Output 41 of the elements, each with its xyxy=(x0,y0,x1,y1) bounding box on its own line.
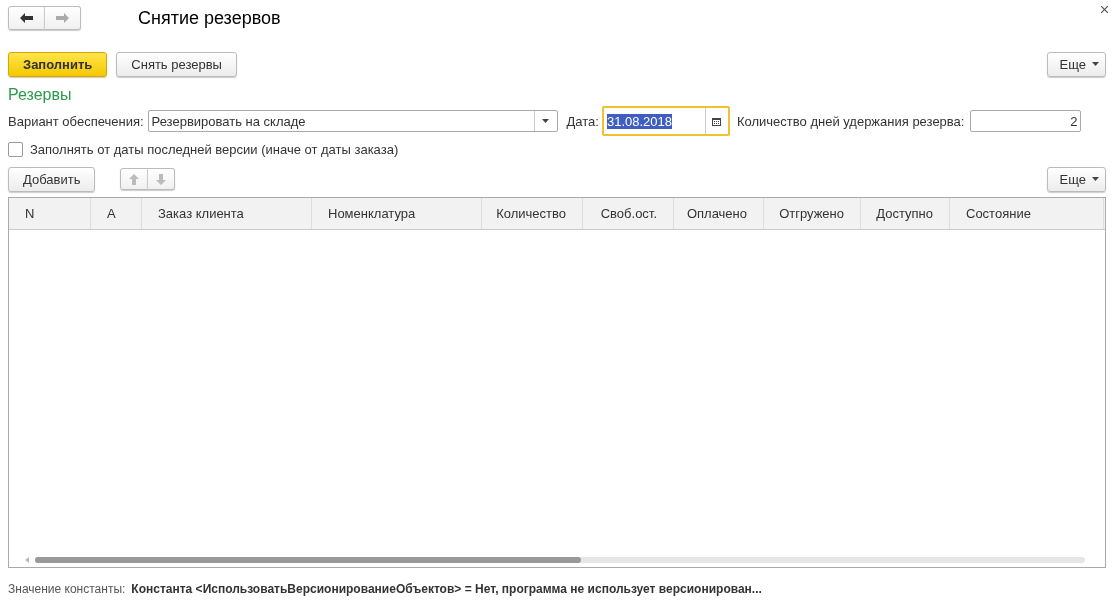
column-header[interactable]: Своб.ост. xyxy=(583,198,674,229)
section-title: Резервы xyxy=(8,86,73,105)
column-header[interactable]: Состояние xyxy=(950,198,1104,229)
close-icon[interactable] xyxy=(1101,6,1108,13)
caret-icon xyxy=(1092,62,1099,66)
scroll-left-icon[interactable] xyxy=(25,557,29,563)
arrow-left-icon xyxy=(20,13,33,23)
scrollbar-thumb[interactable] xyxy=(35,557,581,563)
column-header[interactable]: Количество xyxy=(482,198,583,229)
caret-icon xyxy=(542,119,550,123)
days-field[interactable]: 2 xyxy=(970,110,1082,132)
column-header[interactable]: Оплачено xyxy=(674,198,764,229)
field-label: Вариант обеспечения: xyxy=(8,113,144,129)
window-title: Снятие резервов xyxy=(138,7,281,29)
field-label: Количество дней удержания резерва: xyxy=(736,113,965,129)
more-button[interactable]: Еще xyxy=(1046,166,1106,192)
supply-variant-dropdown[interactable]: Резервировать на складе xyxy=(147,110,558,132)
column-header[interactable]: Доступно xyxy=(861,198,950,229)
calendar-icon[interactable] xyxy=(712,116,722,126)
add-button[interactable]: Добавить xyxy=(8,166,96,192)
column-header[interactable]: Отгружено xyxy=(764,198,861,229)
arrow-down-icon xyxy=(156,173,167,185)
move-up-button[interactable] xyxy=(120,168,149,190)
fill-button[interactable]: Заполнить xyxy=(8,51,108,77)
arrow-up-icon xyxy=(129,173,140,185)
status-label: Значение константы: xyxy=(8,582,126,596)
column-header[interactable]: Номенклатура xyxy=(312,198,482,229)
status-value: Константа <ИспользоватьВерсионированиеОбъектов> = Нет, программа не использует версионирован... xyxy=(131,582,762,596)
move-down-button[interactable] xyxy=(147,168,176,190)
more-button[interactable]: Еще xyxy=(1046,51,1106,77)
column-header[interactable]: A xyxy=(91,198,142,229)
remove-reserves-button[interactable]: Снять резервы xyxy=(116,51,237,77)
arrow-right-icon xyxy=(56,13,69,23)
column-header[interactable]: N xyxy=(9,198,91,229)
field-label: Дата: xyxy=(566,113,599,129)
column-header[interactable]: Заказ клиента xyxy=(142,198,312,229)
date-field[interactable]: 31.08.2018 xyxy=(601,106,730,136)
caret-icon xyxy=(1092,177,1099,181)
checkbox[interactable] xyxy=(8,141,23,157)
checkbox-label[interactable]: Заполнять от даты последней версии (иначе от даты заказа) xyxy=(30,141,399,157)
back-button[interactable] xyxy=(8,6,45,30)
